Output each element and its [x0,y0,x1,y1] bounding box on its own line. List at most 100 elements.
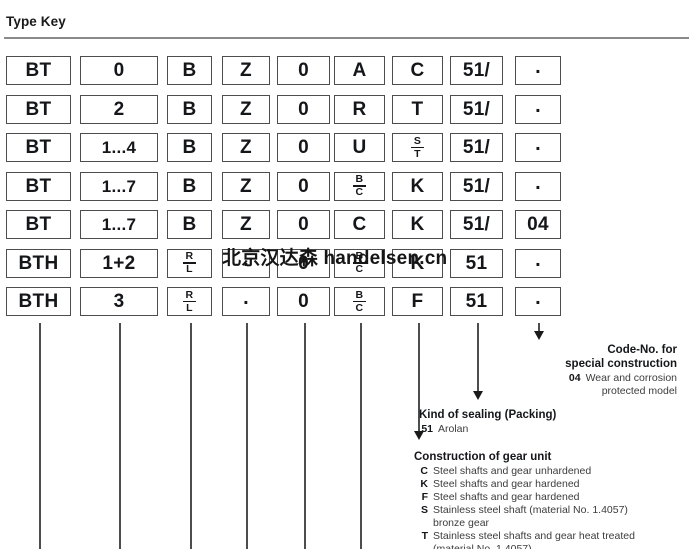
annotation-key: K [420,478,428,491]
cell-series: BT [6,171,71,201]
cell-shaft-form: A [334,56,385,85]
annotation-key: T [421,530,428,543]
cell-stage: 0 [277,56,330,85]
cell-series: BT [6,210,71,239]
annotation-sealing-list: 51 Arolan [419,423,689,436]
cell-stage: 0 [277,171,330,201]
stack-bottom: C [355,186,364,199]
page-title: Type Key [6,14,66,29]
cell-series: BTH [6,248,71,278]
stack-top: B [355,173,364,186]
cell-gear-type: Z [222,171,270,201]
annotation-key: 04 [568,372,581,385]
list-item: K Steel shafts and gear hardened [414,478,689,491]
table-row: BT 2 B Z 0 R T 51/. [0,93,689,132]
leader-line-design [190,323,192,549]
list-item: C Steel shafts and gear unhardened [414,465,689,478]
cell-shaft-form: U [334,133,385,162]
cell-gear-type: Z [222,94,270,124]
cell-construction: K [392,210,443,239]
stack-top: R [185,250,194,263]
leader-line-stage [304,323,306,549]
annotation-sealing: Kind of sealing (Packing) 51 Arolan [419,408,689,436]
stack-bottom: C [355,263,364,276]
cell-stage: 0 [277,210,330,239]
cell-construction: K [392,171,443,201]
cell-size: 1...7 [80,210,158,239]
cell-gear-type: Z [222,133,270,162]
annotation-construction: Construction of gear unit C Steel shafts … [414,450,689,549]
list-item: 51 Arolan [419,423,689,436]
title-divider [4,37,689,39]
table-row: BT 1...7 B Z 0 B C K 51/. [0,170,689,209]
cell-sealing: 51 [450,287,503,316]
cell-gear-type: Z [222,210,270,239]
cell-design: B [167,171,212,201]
annotation-special-construction-heading-2: special construction [565,358,677,371]
cell-size: 1...4 [80,133,158,162]
cell-sealing: 51/ [450,94,503,124]
stack-bottom: L [186,263,193,276]
cell-construction: ST [392,133,443,162]
leader-line-size [119,323,121,549]
annotation-value: Wear and corrosion [585,372,677,385]
annotation-special-construction: Code-No. for special construction 04 Wea… [400,343,677,398]
stack-top: B [355,288,364,301]
table-row: BT 1...7 B Z 0 C K 51/04 [0,208,689,247]
stack-bottom: L [186,301,193,314]
cell-shaft-form: BC [334,287,385,316]
leader-line-series [39,323,41,549]
cell-size: 3 [80,287,158,316]
cell-design: B [167,210,212,239]
leader-arrow-special-code [533,331,544,340]
annotation-clipped-line: (material No. 1.4057) [414,543,689,549]
cell-shaft-form: R [334,94,385,124]
annotation-value: Steel shafts and gear hardened [433,491,580,504]
list-item: T Stainless steel shafts and gear heat tr… [414,530,689,543]
cell-stage: 0 [277,94,330,124]
annotation-sealing-heading: Kind of sealing (Packing) [419,409,557,421]
cell-design: RL [167,248,212,278]
cell-construction: F [392,287,443,316]
stack-bottom: C [355,301,364,314]
list-item: S Stainless steel shaft (material No. 1.4… [414,504,689,517]
cell-construction: C [392,56,443,85]
annotation-construction-heading: Construction of gear unit [414,451,552,463]
table-row: BTH 3 R L. 0 B C F 51. [0,285,689,324]
leader-line-gear-type [246,323,248,549]
stack-bottom: T [414,147,421,160]
annotation-special-construction-heading-1: Code-No. for [607,344,677,356]
cell-special-code: . [515,94,561,124]
table-row: BTH 1+2 R L. 0 B C K 51. [0,247,689,286]
annotation-value: Stainless steel shafts and gear heat tre… [433,530,635,543]
cell-design: B [167,94,212,124]
cell-stage: 0 [277,133,330,162]
type-key-code-table: BT 0 B Z 0 A C 51/. BT 2 B Z 0 R T 51/. BT 1...4 B Z 0 U S T 51/… [0,54,689,324]
annotation-value: Steel shafts and gear hardened [433,478,580,491]
cell-special-code: . [515,287,561,316]
annotation-construction-list: C Steel shafts and gear unhardened K Steel … [414,465,689,549]
annotation-value: Steel shafts and gear unhardened [433,465,592,478]
stack-top: S [413,134,422,147]
cell-special-code: . [515,56,561,85]
table-row: BT 1...4 B Z 0 U S T 51/. [0,131,689,170]
list-item: F Steel shafts and gear hardened [414,491,689,504]
cell-shaft-form: BC [334,171,385,201]
annotation-continuation: protected model [601,385,677,398]
cell-shaft-form: BC [334,248,385,278]
cell-series: BT [6,133,71,162]
annotation-key: C [420,465,428,478]
cell-special-code: . [515,248,561,278]
stack-top: B [355,250,364,263]
cell-stage: 0 [277,248,330,278]
type-key-page: Type Key BT 0 B Z 0 A C 51/. BT 2 B Z 0 R T 51/. BT 1...4… [0,0,689,549]
list-item: 04 Wear and corrosion [400,372,677,385]
cell-series: BT [6,56,71,85]
cell-construction: K [392,248,443,278]
cell-special-code: . [515,171,561,201]
annotation-special-construction-list: 04 Wear and corrosion protected model [400,372,677,398]
annotation-key: F [421,491,428,504]
cell-special-code: 04 [515,210,561,239]
cell-sealing: 51/ [450,133,503,162]
cell-design: B [167,56,212,85]
